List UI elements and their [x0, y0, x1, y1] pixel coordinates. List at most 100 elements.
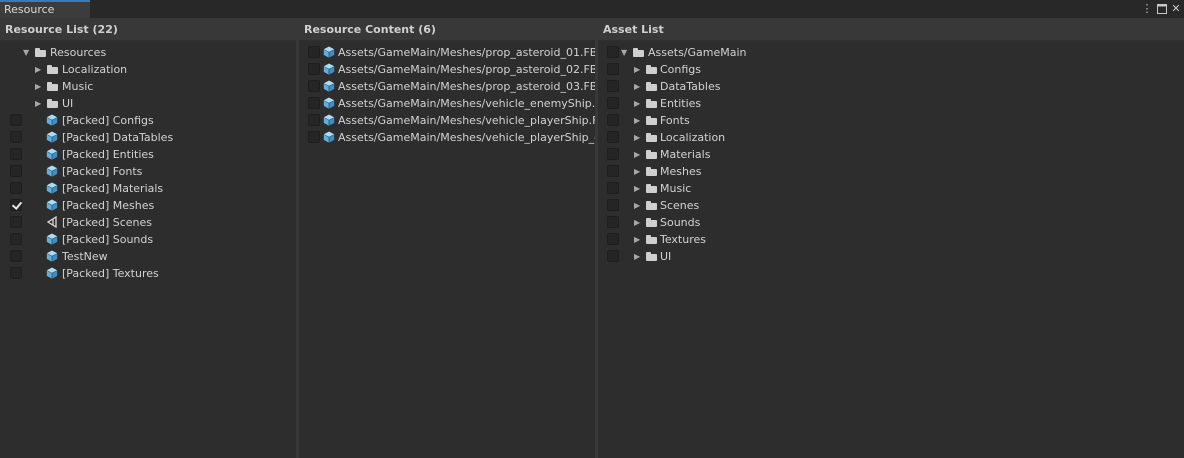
asset-folder-configs[interactable]: ▶ Configs: [598, 61, 1184, 78]
row-checkbox[interactable]: [10, 250, 22, 262]
collapse-arrow-icon[interactable]: ▶: [634, 78, 642, 95]
collapse-arrow-icon[interactable]: ▶: [634, 129, 642, 146]
asset-folder-label: UI: [660, 250, 672, 263]
row-checkbox[interactable]: [308, 80, 320, 92]
resource-content-header: Resource Content (6): [299, 20, 595, 40]
asset-folder-music[interactable]: ▶ Music: [598, 180, 1184, 197]
kebab-menu-icon[interactable]: ⋮: [1141, 2, 1153, 16]
resource-item[interactable]: [Packed] Entities: [0, 146, 296, 163]
tree-root-label: Resources: [50, 46, 107, 59]
row-checkbox[interactable]: [10, 199, 22, 211]
row-checkbox[interactable]: [10, 148, 22, 160]
row-checkbox[interactable]: [607, 131, 619, 143]
expand-arrow-icon[interactable]: ▼: [621, 44, 629, 61]
row-checkbox[interactable]: [607, 46, 619, 58]
collapse-arrow-icon[interactable]: ▶: [634, 214, 642, 231]
collapse-arrow-icon[interactable]: ▶: [634, 248, 642, 265]
row-checkbox[interactable]: [308, 114, 320, 126]
close-icon[interactable]: ✕: [1170, 2, 1182, 16]
resource-item[interactable]: [Packed] Sounds: [0, 231, 296, 248]
row-checkbox[interactable]: [607, 233, 619, 245]
collapse-arrow-icon[interactable]: ▶: [634, 112, 642, 129]
collapse-arrow-icon[interactable]: ▶: [634, 61, 642, 78]
collapse-arrow-icon[interactable]: ▶: [35, 78, 43, 95]
row-checkbox[interactable]: [607, 199, 619, 211]
row-checkbox[interactable]: [607, 182, 619, 194]
tree-folder-localization[interactable]: ▶ Localization: [0, 61, 296, 78]
row-checkbox[interactable]: [607, 250, 619, 262]
cube-icon: [323, 97, 335, 109]
asset-folder-entities[interactable]: ▶ Entities: [598, 95, 1184, 112]
content-item[interactable]: Assets/GameMain/Meshes/vehicle_playerShi…: [299, 112, 595, 129]
asset-folder-label: Localization: [660, 131, 726, 144]
row-checkbox[interactable]: [10, 114, 22, 126]
collapse-arrow-icon[interactable]: ▶: [634, 146, 642, 163]
resource-item[interactable]: [Packed] Fonts: [0, 163, 296, 180]
row-checkbox[interactable]: [10, 233, 22, 245]
collapse-arrow-icon[interactable]: ▶: [634, 231, 642, 248]
resource-item[interactable]: [Packed] Meshes: [0, 197, 296, 214]
asset-folder-scenes[interactable]: ▶ Scenes: [598, 197, 1184, 214]
resource-item[interactable]: [Packed] DataTables: [0, 129, 296, 146]
resource-item[interactable]: [Packed] Configs: [0, 112, 296, 129]
row-checkbox[interactable]: [607, 114, 619, 126]
row-checkbox[interactable]: [308, 131, 320, 143]
tab-resource-editor[interactable]: Resource Editor: [0, 0, 90, 32]
folder-icon: [646, 252, 657, 261]
cube-icon: [46, 182, 58, 194]
asset-folder-meshes[interactable]: ▶ Meshes: [598, 163, 1184, 180]
asset-folder-sounds[interactable]: ▶ Sounds: [598, 214, 1184, 231]
asset-folder-materials[interactable]: ▶ Materials: [598, 146, 1184, 163]
asset-folder-fonts[interactable]: ▶ Fonts: [598, 112, 1184, 129]
tree-root-resources[interactable]: ▼ Resources: [0, 44, 296, 61]
collapse-arrow-icon[interactable]: ▶: [634, 95, 642, 112]
row-checkbox[interactable]: [607, 97, 619, 109]
maximize-icon[interactable]: [1156, 2, 1168, 16]
collapse-arrow-icon[interactable]: ▶: [634, 180, 642, 197]
asset-folder-ui[interactable]: ▶ UI: [598, 248, 1184, 265]
content-item[interactable]: Assets/GameMain/Meshes/prop_asteroid_01.…: [299, 44, 595, 61]
asset-folder-label: Meshes: [660, 165, 702, 178]
content-item[interactable]: Assets/GameMain/Meshes/prop_asteroid_02.…: [299, 61, 595, 78]
row-checkbox[interactable]: [308, 97, 320, 109]
folder-label: Music: [62, 80, 94, 93]
content-label: Assets/GameMain/Meshes/vehicle_playerShi…: [338, 114, 595, 127]
resource-content-body[interactable]: Assets/GameMain/Meshes/prop_asteroid_01.…: [299, 41, 595, 458]
row-checkbox[interactable]: [607, 165, 619, 177]
asset-folder-datatables[interactable]: ▶ DataTables: [598, 78, 1184, 95]
tree-folder-music[interactable]: ▶ Music: [0, 78, 296, 95]
asset-folder-localization[interactable]: ▶ Localization: [598, 129, 1184, 146]
content-item[interactable]: Assets/GameMain/Meshes/vehicle_enemyShip…: [299, 95, 595, 112]
resource-label: [Packed] Textures: [62, 267, 159, 280]
resource-list-header: Resource List (22): [0, 20, 296, 40]
resource-list-body[interactable]: ▼ Resources ▶ Localization ▶ Music ▶ UI [Packed]…: [0, 41, 296, 458]
expand-arrow-icon[interactable]: ▼: [23, 44, 31, 61]
row-checkbox[interactable]: [308, 63, 320, 75]
row-checkbox[interactable]: [607, 216, 619, 228]
collapse-arrow-icon[interactable]: ▶: [35, 95, 43, 112]
row-checkbox[interactable]: [607, 63, 619, 75]
collapse-arrow-icon[interactable]: ▶: [634, 163, 642, 180]
collapse-arrow-icon[interactable]: ▶: [35, 61, 43, 78]
asset-list-body[interactable]: ▼ Assets/GameMain ▶ Configs ▶ DataTables ▶ Enti…: [598, 41, 1184, 458]
cube-icon: [46, 114, 58, 126]
row-checkbox[interactable]: [10, 165, 22, 177]
resource-item[interactable]: TestNew: [0, 248, 296, 265]
row-checkbox[interactable]: [607, 148, 619, 160]
content-item[interactable]: Assets/GameMain/Meshes/vehicle_playerShi…: [299, 129, 595, 146]
tree-folder-ui[interactable]: ▶ UI: [0, 95, 296, 112]
asset-folder-textures[interactable]: ▶ Textures: [598, 231, 1184, 248]
resource-item[interactable]: [Packed] Materials: [0, 180, 296, 197]
resource-item[interactable]: [Packed] Textures: [0, 265, 296, 282]
row-checkbox[interactable]: [10, 216, 22, 228]
resource-item[interactable]: [Packed] Scenes: [0, 214, 296, 231]
asset-root[interactable]: ▼ Assets/GameMain: [598, 44, 1184, 61]
row-checkbox[interactable]: [607, 80, 619, 92]
row-checkbox[interactable]: [308, 46, 320, 58]
row-checkbox[interactable]: [10, 267, 22, 279]
row-checkbox[interactable]: [10, 131, 22, 143]
collapse-arrow-icon[interactable]: ▶: [634, 197, 642, 214]
folder-icon: [646, 201, 657, 210]
row-checkbox[interactable]: [10, 182, 22, 194]
content-item[interactable]: Assets/GameMain/Meshes/prop_asteroid_03.…: [299, 78, 595, 95]
